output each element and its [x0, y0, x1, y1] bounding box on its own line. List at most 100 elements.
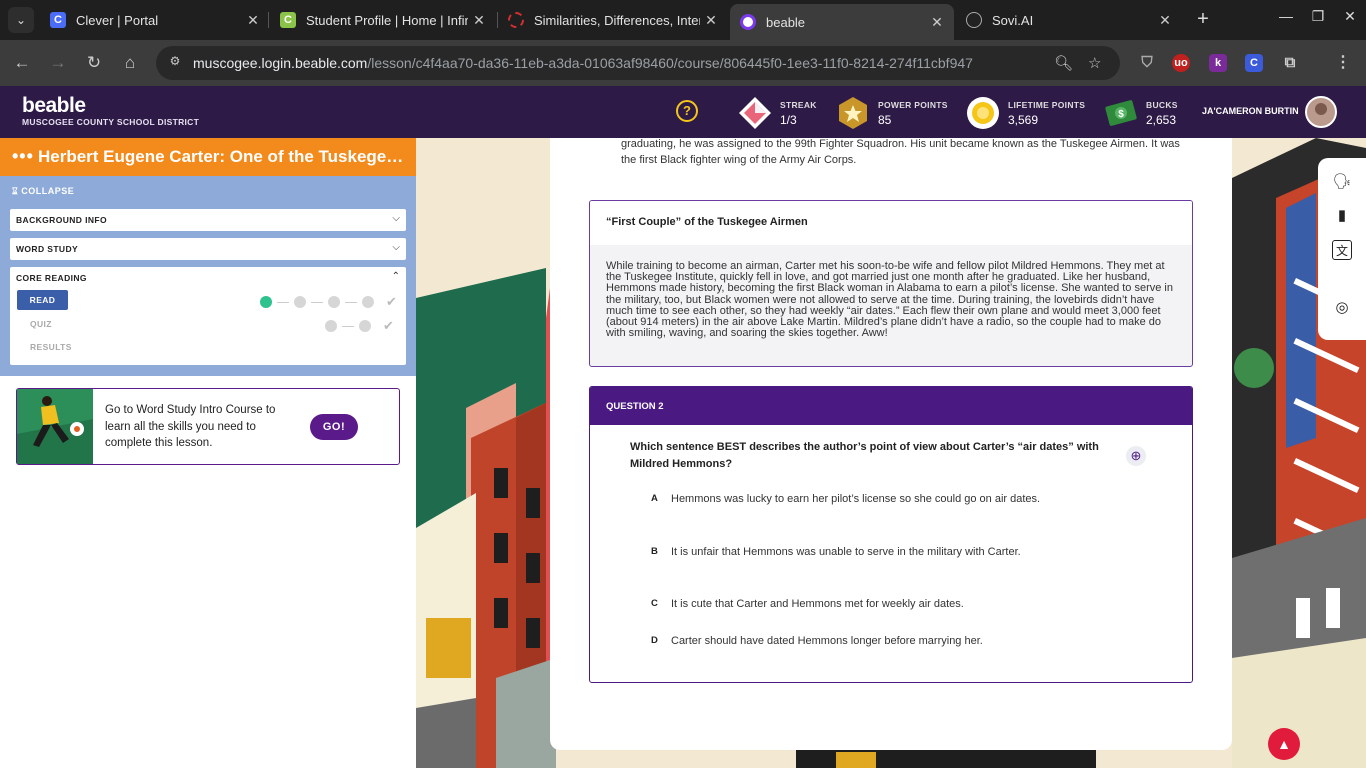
collapse-button[interactable]: ⌛︎ COLLAPSE: [12, 186, 74, 197]
browser-menu-icon[interactable]: ⋮: [1334, 54, 1352, 72]
accordion-core-reading[interactable]: CORE READING ⌃ READ QUIZ RESULTS ✔ ✔: [10, 267, 406, 365]
lifebuoy-help-icon[interactable]: ⊕: [1126, 446, 1146, 466]
notebook-icon[interactable]: ▮: [1332, 206, 1352, 226]
lesson-title-bar: ••• Herbert Eugene Carter: One of the Tu…: [0, 138, 416, 176]
progress-dot: [328, 296, 340, 308]
bucks-money-icon: $: [1105, 100, 1137, 126]
question-prompt: Which sentence BEST describes the author…: [630, 441, 1099, 470]
tab-search-button[interactable]: ⌄: [8, 7, 34, 33]
close-window-icon[interactable]: ✕: [1340, 8, 1360, 25]
close-icon[interactable]: ✕: [1154, 12, 1176, 29]
address-bar[interactable]: ⚙ muscogee.login.beable.com/lesson/c4f4a…: [156, 46, 1120, 80]
accordion-label: BACKGROUND INFO: [16, 215, 107, 225]
scroll-to-top-button[interactable]: ▲: [1268, 728, 1300, 760]
clever-favicon-icon: C: [50, 12, 66, 28]
site-info-icon[interactable]: ⚙: [166, 54, 184, 72]
beable-favicon-icon: [740, 14, 756, 30]
shield-extension-icon[interactable]: ⛉: [1138, 54, 1156, 72]
soccer-player-illustration: [17, 389, 93, 464]
lifetime-points-stat[interactable]: LIFETIME POINTS 3,569: [966, 96, 1085, 130]
loading-favicon-icon: [508, 12, 524, 28]
option-letter: A: [651, 493, 658, 504]
clever-extension-icon[interactable]: C: [1245, 54, 1263, 72]
power-points-stat[interactable]: POWER POINTS 85: [836, 96, 948, 130]
accordion-background-info[interactable]: BACKGROUND INFO ⌵: [10, 209, 406, 231]
tab-clever-portal[interactable]: C Clever | Portal ✕: [40, 4, 270, 36]
beable-logo[interactable]: beable MUSCOGEE COUNTY SCHOOL DISTRICT: [22, 95, 200, 128]
read-button[interactable]: READ: [17, 290, 68, 310]
tab-sovi[interactable]: Sovi.AI ✕: [956, 4, 1182, 36]
tab-beable[interactable]: beable ✕: [730, 4, 954, 40]
help-icon[interactable]: ?: [676, 100, 698, 122]
bookmark-star-icon[interactable]: ☆: [1088, 54, 1101, 72]
ublock-extension-icon[interactable]: uo: [1172, 54, 1190, 72]
lightbulb-hint-icon[interactable]: ◎: [1332, 298, 1352, 318]
option-text: It is unfair that Hemmons was unable to …: [671, 546, 1021, 558]
browser-toolbar: ← → ↻ ⌂ ⚙ muscogee.login.beable.com/less…: [0, 40, 1366, 86]
extensions-puzzle-icon[interactable]: ⧉: [1281, 54, 1299, 72]
stat-value: 2,653: [1146, 112, 1177, 127]
progress-dot: [359, 320, 371, 332]
passage-paragraph: graduating, he was assigned to the 99th …: [621, 138, 1180, 166]
user-name[interactable]: JA'CAMERON BURTIN: [1202, 106, 1299, 116]
text-to-speech-icon[interactable]: 🗣︎: [1332, 172, 1352, 192]
stat-value: 85: [878, 112, 892, 127]
question-number: QUESTION 2: [590, 387, 1192, 425]
lifetime-points-sun-icon: [967, 97, 999, 129]
reload-icon[interactable]: ↻: [82, 51, 106, 75]
user-avatar[interactable]: [1305, 96, 1337, 128]
bucks-stat[interactable]: $ BUCKS 2,653: [1104, 96, 1178, 130]
quiz-progress: ✔: [325, 318, 394, 334]
app-header: beable MUSCOGEE COUNTY SCHOOL DISTRICT ?…: [0, 86, 1366, 138]
chevron-up-icon: ▲: [1277, 736, 1291, 752]
stat-label: STREAK: [780, 99, 817, 110]
streak-stat[interactable]: STREAK 1/3: [738, 96, 817, 130]
tab-title: Clever | Portal: [76, 12, 159, 28]
accordion-label: WORD STUDY: [16, 244, 79, 254]
chevron-down-icon: ⌵: [392, 242, 400, 253]
progress-dot-complete: [260, 296, 272, 308]
chevron-up-icon: ⌃: [391, 271, 400, 282]
svg-text:$: $: [1118, 109, 1124, 120]
forward-icon[interactable]: →: [46, 51, 70, 75]
stat-label: POWER POINTS: [878, 99, 948, 110]
tab-student-profile[interactable]: C Student Profile | Home | Infinite ✕: [270, 4, 496, 36]
quiz-item[interactable]: QUIZ: [30, 319, 52, 329]
browser-tab-bar: ⌄ C Clever | Portal ✕ C Student Profile …: [0, 0, 1366, 40]
minimize-icon[interactable]: —: [1276, 8, 1296, 24]
lesson-title: Herbert Eugene Carter: One of the Tuskeg…: [38, 147, 408, 166]
more-options-icon[interactable]: •••: [12, 146, 34, 167]
kami-extension-icon[interactable]: k: [1209, 54, 1227, 72]
option-letter: C: [651, 598, 658, 609]
power-points-badge-icon: [839, 97, 867, 129]
close-icon[interactable]: ✕: [242, 12, 264, 29]
progress-dot: [362, 296, 374, 308]
chevron-down-icon: ⌵: [392, 213, 400, 224]
translate-icon[interactable]: 文: [1332, 240, 1352, 260]
tab-similarities[interactable]: Similarities, Differences, Interest ✕: [498, 4, 728, 36]
progress-dot: [294, 296, 306, 308]
url-path: /lesson/c4f4aa70-da36-11eb-a3da-01063af9…: [367, 55, 973, 71]
passage-box-body: While training to become an airman, Cart…: [606, 260, 1173, 340]
tab-title: beable: [766, 14, 806, 30]
back-icon[interactable]: ←: [10, 51, 34, 75]
close-icon[interactable]: ✕: [926, 14, 948, 31]
home-icon[interactable]: ⌂: [118, 51, 142, 75]
collapse-icon: ⌛︎: [12, 186, 19, 196]
go-button[interactable]: GO!: [310, 414, 358, 440]
option-text: Carter should have dated Hemmons longer …: [671, 635, 983, 647]
url-text[interactable]: muscogee.login.beable.com/lesson/c4f4aa7…: [193, 55, 973, 71]
promo-text: Go to Word Study Intro Course to learn a…: [105, 404, 276, 449]
url-host: muscogee.login.beable.com: [193, 55, 368, 71]
option-text: It is cute that Carter and Hemmons met f…: [671, 598, 964, 610]
close-icon[interactable]: ✕: [468, 12, 490, 29]
zoom-icon[interactable]: 🔍︎: [1054, 54, 1073, 72]
checkmark-icon: ✔: [386, 294, 397, 309]
word-study-promo: Go to Word Study Intro Course to learn a…: [16, 388, 400, 465]
restore-icon[interactable]: ❐: [1308, 8, 1328, 25]
district-name: MUSCOGEE COUNTY SCHOOL DISTRICT: [22, 117, 200, 127]
new-tab-button[interactable]: +: [1192, 8, 1214, 30]
results-item[interactable]: RESULTS: [30, 342, 72, 352]
close-icon[interactable]: ✕: [700, 12, 722, 29]
accordion-word-study[interactable]: WORD STUDY ⌵: [10, 238, 406, 260]
